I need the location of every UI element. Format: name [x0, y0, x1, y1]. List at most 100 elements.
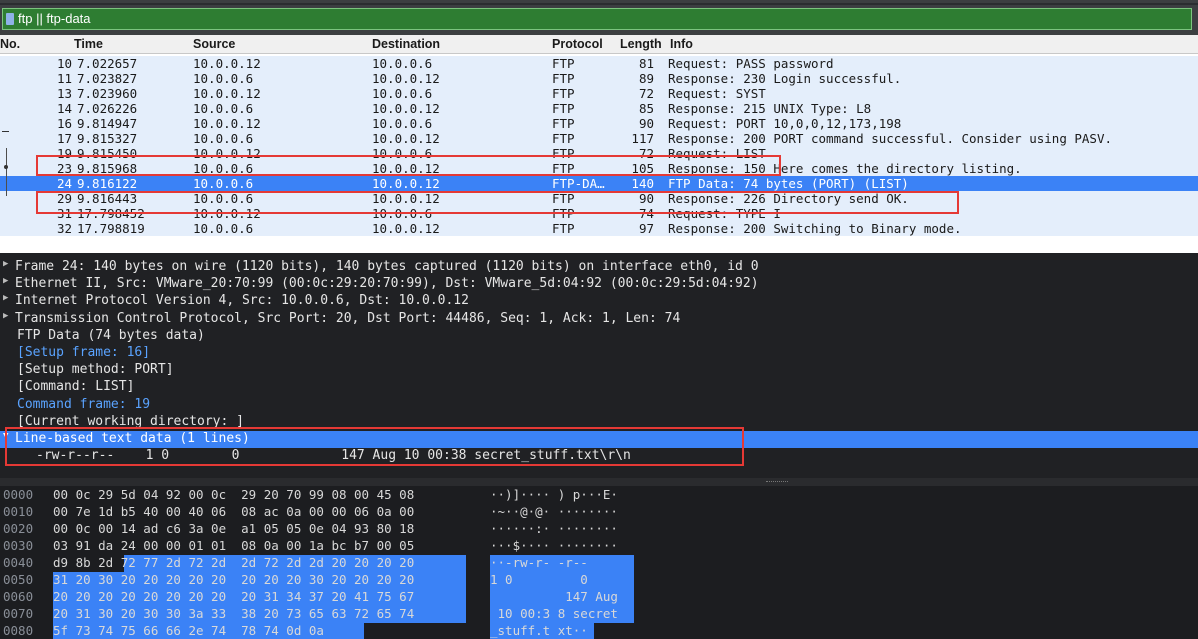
- cell-info: Response: 150 Here comes the directory l…: [668, 161, 1022, 176]
- bytes-row[interactable]: 0080 5f 73 74 75 66 66 2e 74 78 74 0d 0a _…: [0, 623, 1198, 639]
- column-header-protocol[interactable]: Protocol: [552, 37, 603, 51]
- cell-protocol: FTP: [552, 221, 575, 236]
- filter-text: ftp || ftp-data: [18, 11, 91, 26]
- detail-field[interactable]: -rw-r--r-- 1 0 0 147 Aug 10 00:38 secret…: [0, 448, 1198, 465]
- column-header-info[interactable]: Info: [670, 37, 693, 51]
- column-header-time[interactable]: Time: [74, 37, 103, 51]
- cell-destination: 10.0.0.12: [372, 71, 440, 86]
- byte-offset: 0040: [3, 555, 34, 570]
- cell-no: 19: [56, 146, 72, 161]
- detail-text: [Command: LIST]: [17, 379, 135, 395]
- packet-details-pane[interactable]: ▶ Frame 24: 140 bytes on wire (1120 bits)…: [0, 253, 1198, 478]
- collapse-arrow-icon[interactable]: ▼: [3, 431, 8, 441]
- detail-text: Transmission Control Protocol, Src Port:…: [15, 310, 681, 326]
- hex-bytes: 20 31 30 20 30 30 3a 33 38 20 73 65 63 7…: [53, 606, 415, 621]
- cell-protocol: FTP: [552, 116, 575, 131]
- cell-info: FTP Data: 74 bytes (PORT) (LIST): [668, 176, 909, 191]
- cell-protocol: FTP-DA…: [552, 176, 605, 191]
- bytes-row[interactable]: 0040 d9 8b 2d 72 77 2d 72 2d 2d 72 2d 2d …: [0, 555, 1198, 572]
- detail-tree-item[interactable]: ▶ Frame 24: 140 bytes on wire (1120 bits)…: [0, 259, 1198, 276]
- packet-row[interactable]: 29 9.816443 10.0.0.6 10.0.0.12 FTP 90 Response…: [0, 191, 1198, 206]
- detail-tree-item[interactable]: ▼ Line-based text data (1 lines): [0, 431, 1198, 448]
- cell-length: 72: [638, 86, 654, 101]
- packet-row[interactable]: 24 9.816122 10.0.0.6 10.0.0.12 FTP-DA… 140 FTP…: [0, 176, 1198, 191]
- packet-row[interactable]: 32 17.798819 10.0.0.6 10.0.0.12 FTP 97 Respons…: [0, 221, 1198, 236]
- cell-protocol: FTP: [552, 131, 575, 146]
- detail-text: -rw-r--r-- 1 0 0 147 Aug 10 00:38 secret…: [36, 448, 631, 464]
- detail-tree-item[interactable]: ▶ Transmission Control Protocol, Src Port…: [0, 311, 1198, 328]
- column-header-length[interactable]: Length: [620, 37, 662, 51]
- packet-list[interactable]: No. Time Source Destination Protocol Len…: [0, 35, 1198, 253]
- cell-time: 9.816443: [77, 191, 138, 206]
- byte-offset: 0060: [3, 589, 34, 604]
- detail-field[interactable]: [Setup frame: 16]: [0, 345, 1198, 362]
- bookmark-icon[interactable]: [6, 13, 14, 25]
- bytes-row[interactable]: 0050 31 20 30 20 20 20 20 20 20 20 20 30 …: [0, 572, 1198, 589]
- ascii-bytes: ··)]···· ) p···E·: [490, 487, 618, 502]
- bytes-row[interactable]: 0060 20 20 20 20 20 20 20 20 20 31 34 37 …: [0, 589, 1198, 606]
- packet-row[interactable]: 23 9.815968 10.0.0.6 10.0.0.12 FTP 105 Respons…: [0, 161, 1198, 176]
- packet-bytes-pane[interactable]: 0000 00 0c 29 5d 04 92 00 0c 29 20 70 99 …: [0, 486, 1198, 639]
- expand-arrow-icon[interactable]: ▶: [3, 311, 8, 321]
- column-header-no[interactable]: No.: [0, 37, 20, 51]
- cell-length: 89: [638, 71, 654, 86]
- cell-destination: 10.0.0.12: [372, 161, 440, 176]
- cell-protocol: FTP: [552, 101, 575, 116]
- detail-field[interactable]: Command frame: 19: [0, 397, 1198, 414]
- bytes-row[interactable]: 0000 00 0c 29 5d 04 92 00 0c 29 20 70 99 …: [0, 487, 1198, 504]
- cell-protocol: FTP: [552, 161, 575, 176]
- detail-tree-item[interactable]: ▶ Ethernet II, Src: VMware_20:70:99 (00:0…: [0, 276, 1198, 293]
- cell-source: 10.0.0.12: [193, 116, 261, 131]
- bytes-row[interactable]: 0020 00 0c 00 14 ad c6 3a 0e a1 05 05 0e …: [0, 521, 1198, 538]
- cell-destination: 10.0.0.12: [372, 176, 440, 191]
- packet-row[interactable]: 11 7.023827 10.0.0.6 10.0.0.12 FTP 89 Response…: [0, 71, 1198, 86]
- packet-row[interactable]: 10 7.022657 10.0.0.12 10.0.0.6 FTP 81 Request:…: [0, 56, 1198, 71]
- detail-field[interactable]: [Setup method: PORT]: [0, 362, 1198, 379]
- detail-field[interactable]: FTP Data (74 bytes data): [0, 328, 1198, 345]
- cell-length: 74: [638, 206, 654, 221]
- ascii-bytes: ······:· ········: [490, 521, 618, 536]
- detail-tree-item[interactable]: ▶ Internet Protocol Version 4, Src: 10.0.…: [0, 293, 1198, 310]
- cell-time: 9.815968: [77, 161, 138, 176]
- packet-row[interactable]: 19 9.815450 10.0.0.12 10.0.0.6 FTP 72 Request:…: [0, 146, 1198, 161]
- bytes-row[interactable]: 0070 20 31 30 20 30 30 3a 33 38 20 73 65 …: [0, 606, 1198, 623]
- pane-splitter[interactable]: [0, 478, 1198, 486]
- packet-row[interactable]: 17 9.815327 10.0.0.6 10.0.0.12 FTP 117 Respons…: [0, 131, 1198, 146]
- hex-bytes: 00 7e 1d b5 40 00 40 06 08 ac 0a 00 00 0…: [53, 504, 415, 519]
- cell-source: 10.0.0.6: [193, 221, 254, 236]
- cell-source: 10.0.0.12: [193, 146, 261, 161]
- cell-source: 10.0.0.6: [193, 161, 254, 176]
- cell-length: 117: [631, 131, 654, 146]
- expand-arrow-icon[interactable]: ▶: [3, 276, 8, 286]
- packet-row[interactable]: 16 9.814947 10.0.0.12 10.0.0.6 FTP 90 Request:…: [0, 116, 1198, 131]
- packet-row[interactable]: 13 7.023960 10.0.0.12 10.0.0.6 FTP 72 Request:…: [0, 86, 1198, 101]
- detail-field[interactable]: [Command: LIST]: [0, 379, 1198, 396]
- column-header-source[interactable]: Source: [193, 37, 235, 51]
- byte-offset: 0030: [3, 538, 34, 553]
- cell-info: Response: 200 Switching to Binary mode.: [668, 221, 962, 236]
- hex-bytes: 20 20 20 20 20 20 20 20 20 31 34 37 20 4…: [53, 589, 415, 604]
- splitter-grip[interactable]: [766, 481, 788, 483]
- packet-row[interactable]: 14 7.026226 10.0.0.6 10.0.0.12 FTP 85 Response…: [0, 101, 1198, 116]
- cell-length: 90: [638, 116, 654, 131]
- cell-protocol: FTP: [552, 56, 575, 71]
- detail-field[interactable]: [Current working directory: ]: [0, 414, 1198, 431]
- ascii-bytes: ··-rw-r- -r--: [490, 555, 618, 570]
- display-filter-input[interactable]: ftp || ftp-data: [2, 8, 1192, 30]
- cell-info: Response: 200 PORT command successful. C…: [668, 131, 1113, 146]
- detail-text: Frame 24: 140 bytes on wire (1120 bits),…: [15, 259, 759, 274]
- column-header-destination[interactable]: Destination: [372, 37, 440, 51]
- expand-arrow-icon[interactable]: ▶: [3, 293, 8, 303]
- cell-no: 29: [56, 191, 72, 206]
- cell-length: 105: [631, 161, 654, 176]
- ascii-bytes: 10 00:3 8 secret: [490, 606, 618, 621]
- cell-time: 7.022657: [77, 56, 138, 71]
- bytes-row[interactable]: 0030 03 91 da 24 00 00 01 01 08 0a 00 1a …: [0, 538, 1198, 555]
- cell-source: 10.0.0.12: [193, 56, 261, 71]
- cell-no: 13: [56, 86, 72, 101]
- bytes-row[interactable]: 0010 00 7e 1d b5 40 00 40 06 08 ac 0a 00 …: [0, 504, 1198, 521]
- packet-row[interactable]: 31 17.798452 10.0.0.12 10.0.0.6 FTP 74 Request…: [0, 206, 1198, 221]
- cell-time: 9.815327: [77, 131, 138, 146]
- detail-text: Command frame: 19: [17, 396, 151, 412]
- expand-arrow-icon[interactable]: ▶: [3, 259, 8, 269]
